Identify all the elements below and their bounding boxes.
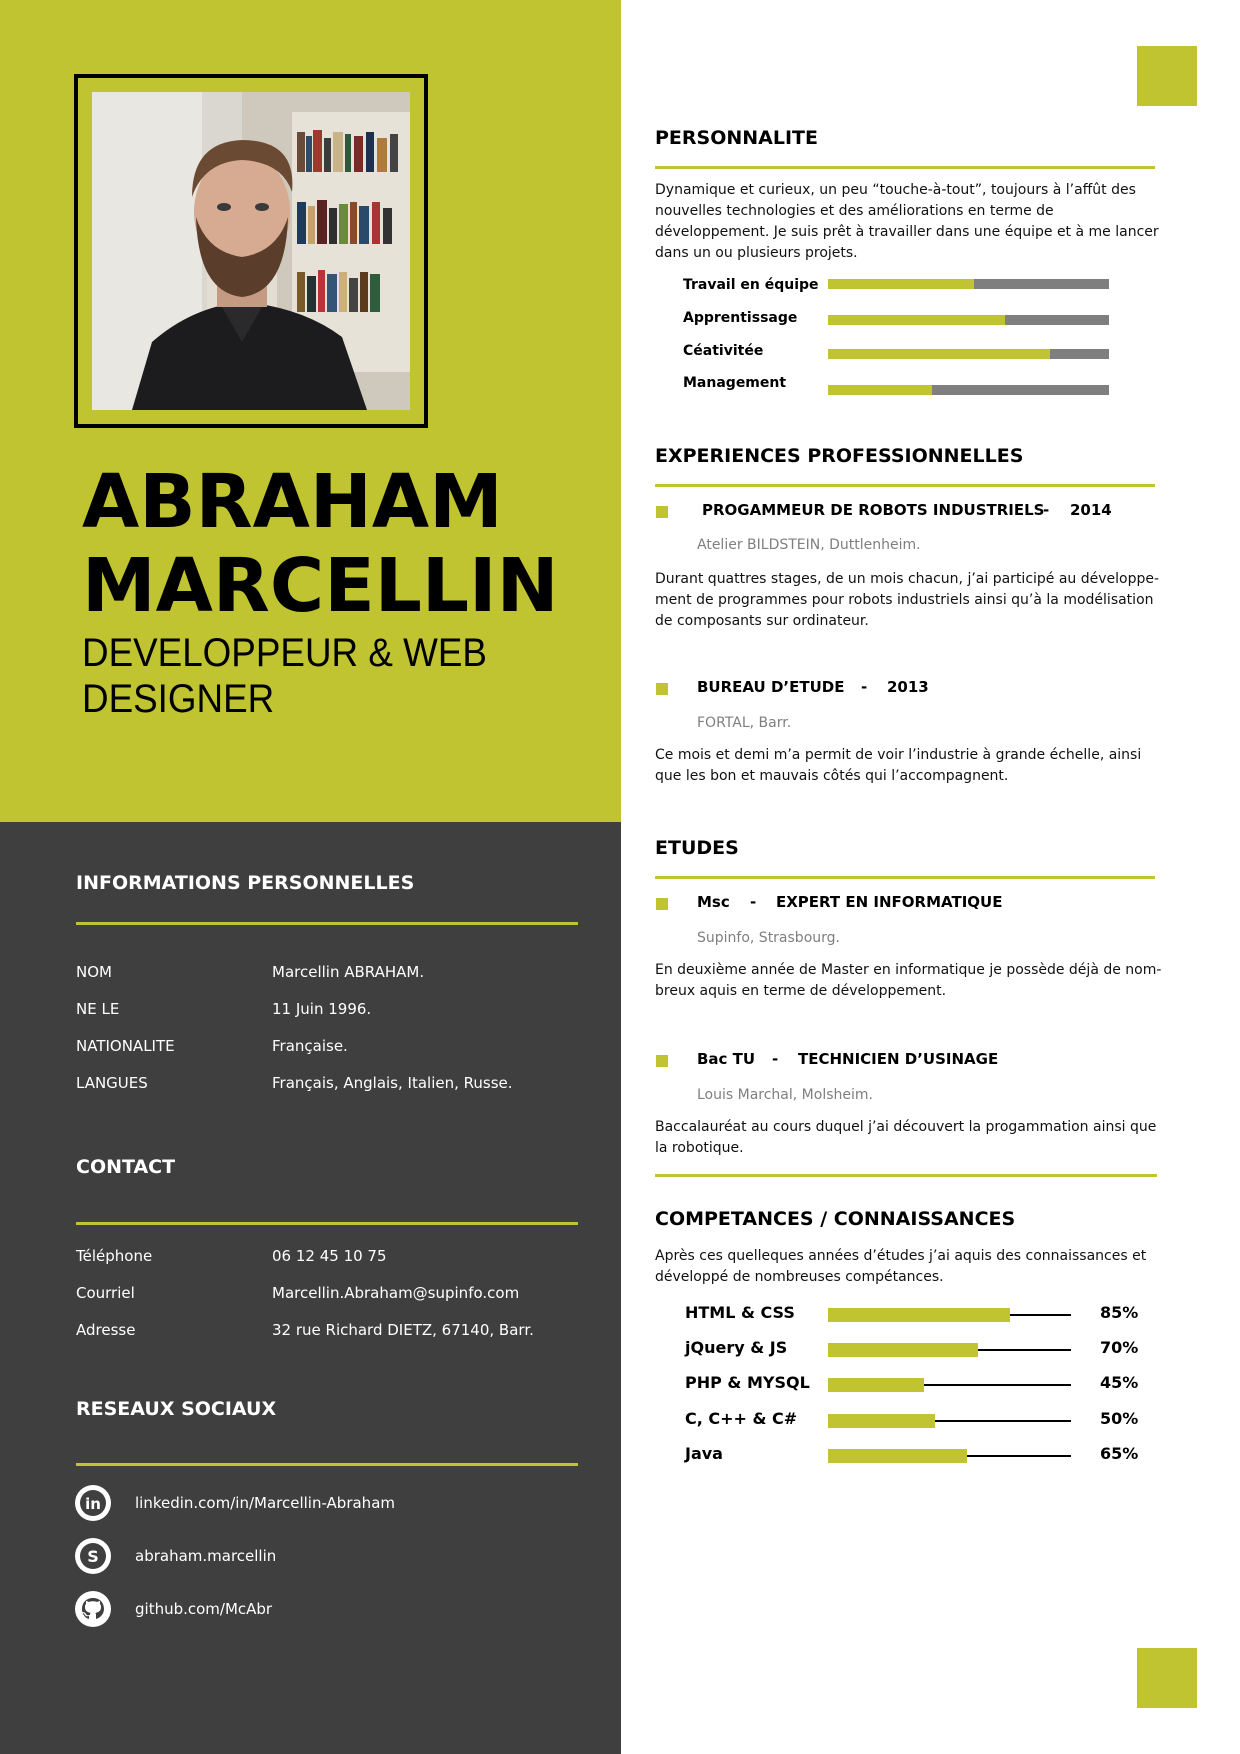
bullet-square (656, 1055, 668, 1067)
github-link[interactable]: github.com/McAbr (135, 1600, 272, 1618)
decor-square-top (1137, 46, 1197, 106)
competence-percent: 50% (1100, 1409, 1139, 1428)
skill-bar (828, 385, 1109, 395)
candidate-first-line: ABRAHAM (82, 459, 503, 545)
study-title: TECHNICIEN D’USINAGE (798, 1050, 999, 1068)
job-place: Atelier BILDSTEIN, Duttlenheim. (697, 537, 921, 553)
address-value: 32 rue Richard DIETZ, 67140, Barr. (272, 1321, 534, 1339)
personality-heading: PERSONNALITE (655, 127, 818, 149)
experience-divider (655, 484, 1155, 487)
phone-value[interactable]: 06 12 45 10 75 (272, 1247, 602, 1265)
svg-text:in: in (85, 1495, 101, 1513)
job-title: BUREAU D’ETUDE (697, 678, 845, 696)
job-place: FORTAL, Barr. (697, 715, 792, 731)
skill-bar-fill (828, 315, 1005, 325)
job-separator: - (1043, 501, 1050, 519)
competence-label: Java (685, 1444, 723, 1463)
info-label: LANGUES (76, 1074, 148, 1092)
contact-divider (76, 1222, 578, 1225)
study-title: EXPERT EN INFORMATIQUE (776, 893, 1003, 911)
contact-label: Courriel (76, 1284, 135, 1302)
job-year: 2013 (887, 678, 929, 696)
candidate-second-line: MARCELLIN (82, 543, 559, 629)
job-description: Durant quattres stages, de un mois chacu… (655, 571, 1160, 629)
info-value: Française. (272, 1037, 348, 1055)
candidate-name: ABRAHAM MARCELLIN (82, 460, 602, 628)
competence-percent: 65% (1100, 1444, 1139, 1463)
title-line-2: DESIGNER (82, 677, 275, 721)
personal-info-heading: INFORMATIONS PERSONNELLES (76, 872, 415, 894)
study-separator: - (772, 1050, 779, 1068)
study-place: Supinfo, Strasbourg. (697, 930, 840, 946)
skill-label: Management (683, 375, 787, 391)
studies-divider (655, 876, 1155, 879)
skill-bar (828, 315, 1109, 325)
skill-bar-fill (828, 385, 932, 395)
competence-percent: 85% (1100, 1303, 1139, 1322)
profile-photo-frame (74, 74, 428, 428)
personal-info-divider (76, 922, 578, 925)
competence-bar-fill (828, 1343, 978, 1357)
study-degree: Msc (697, 893, 730, 911)
candidate-title: DEVELOPPEUR & WEB DESIGNER (82, 630, 560, 722)
study-place: Louis Marchal, Molsheim. (697, 1087, 873, 1103)
social-divider (76, 1463, 578, 1466)
personality-text: Dynamique et curieux, un peu “touche-à-t… (655, 182, 1159, 261)
skill-bar (828, 279, 1109, 289)
info-label: NE LE (76, 1000, 120, 1018)
competence-bar-fill (828, 1414, 935, 1428)
title-line-1: DEVELOPPEUR & WEB (82, 631, 487, 675)
skype-link[interactable]: abraham.marcellin (135, 1547, 276, 1565)
social-heading: RESEAUX SOCIAUX (76, 1398, 277, 1420)
skill-label: Apprentissage (683, 310, 798, 326)
study-description: En deuxième année de Master en informati… (655, 962, 1162, 999)
job-description: Ce mois et demi m’a permit de voir l’ind… (655, 747, 1142, 784)
skill-label: Travail en équipe (683, 277, 819, 293)
competence-label: jQuery & JS (685, 1338, 788, 1357)
email-link[interactable]: Marcellin.Abraham@supinfo.com (272, 1284, 602, 1302)
bullet-square (656, 683, 668, 695)
contact-heading: CONTACT (76, 1156, 176, 1178)
study-degree: Bac TU (697, 1050, 756, 1068)
studies-bottom-divider (655, 1174, 1157, 1177)
competence-bar-fill (828, 1308, 1010, 1322)
info-label: NATIONALITE (76, 1037, 175, 1055)
competence-label: C, C++ & C# (685, 1409, 798, 1428)
skype-icon[interactable]: S (74, 1537, 112, 1575)
competence-bar-fill (828, 1449, 967, 1463)
contact-label: Adresse (76, 1321, 136, 1339)
job-separator: - (861, 678, 868, 696)
info-value: Français, Anglais, Italien, Russe. (272, 1074, 513, 1092)
job-year: 2014 (1070, 501, 1112, 519)
personality-divider (655, 166, 1155, 169)
skill-bar-fill (828, 279, 974, 289)
decor-square-bottom (1137, 1648, 1197, 1708)
competence-label: PHP & MYSQL (685, 1373, 810, 1392)
study-description: Baccalauréat au cours duquel j’ai découv… (655, 1119, 1157, 1156)
competence-percent: 70% (1100, 1338, 1139, 1357)
experience-heading: EXPERIENCES PROFESSIONNELLES (655, 445, 1024, 467)
bullet-square (656, 506, 668, 518)
competence-percent: 45% (1100, 1373, 1139, 1392)
svg-text:S: S (87, 1547, 99, 1566)
info-label: NOM (76, 963, 112, 981)
job-title: PROGAMMEUR DE ROBOTS INDUSTRIELS (702, 501, 1045, 519)
info-value: 11 Juin 1996. (272, 1000, 372, 1018)
skill-bar (828, 349, 1109, 359)
competence-label: HTML & CSS (685, 1303, 795, 1322)
info-value: Marcellin ABRAHAM. (272, 963, 425, 981)
linkedin-icon[interactable]: in (74, 1484, 112, 1522)
contact-label: Téléphone (76, 1247, 153, 1265)
skill-label: Céativitée (683, 343, 764, 359)
competences-text: Après ces quelleques années d’études j’a… (655, 1248, 1147, 1285)
skill-bar-fill (828, 349, 1050, 359)
github-icon[interactable] (74, 1590, 112, 1628)
competence-bar-fill (828, 1378, 924, 1392)
study-separator: - (750, 893, 757, 911)
competences-heading: COMPETANCES / CONNAISSANCES (655, 1208, 1016, 1230)
linkedin-link[interactable]: linkedin.com/in/Marcellin-Abraham (135, 1494, 395, 1512)
bullet-square (656, 898, 668, 910)
studies-heading: ETUDES (655, 837, 739, 859)
profile-photo (92, 92, 410, 410)
